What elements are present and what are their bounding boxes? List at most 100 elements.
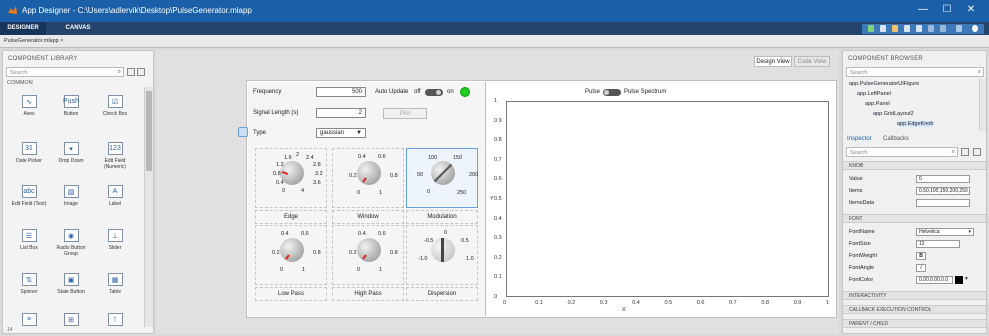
- tree-node-leftpanel[interactable]: app.LeftPanel: [857, 91, 891, 97]
- tree-scrollbar[interactable]: [979, 79, 986, 131]
- browser-search-placeholder: Search: [850, 70, 868, 76]
- section-interactivity[interactable]: INTERACTIVITY: [843, 291, 986, 300]
- close-button[interactable]: ✕: [959, 4, 983, 15]
- component-table[interactable]: ▦ Table: [97, 273, 133, 295]
- section-interactivity-label: INTERACTIVITY: [849, 293, 887, 299]
- switch-knob: [436, 90, 441, 95]
- knob-edge[interactable]: 1.6 2 2.4 1.2 2.8 0.8 3.2 0.4 3.6 0 4: [255, 148, 327, 208]
- pulse-switch[interactable]: [603, 89, 621, 96]
- tab-inspector[interactable]: Inspector: [847, 136, 872, 142]
- section-parent-child[interactable]: PARENT / CHILD: [843, 319, 986, 328]
- component-toggle[interactable]: ⊺: [97, 313, 133, 329]
- component-radio-group[interactable]: ◉ Radio Button Group: [53, 229, 89, 257]
- color-swatch[interactable]: [955, 276, 963, 284]
- tab-designer[interactable]: DESIGNER: [0, 22, 46, 35]
- spinner-icon: ⇅: [21, 273, 37, 286]
- section-callback-execution[interactable]: CALLBACK EXECUTION CONTROL: [843, 305, 986, 314]
- tab-canvas[interactable]: CANVAS: [58, 22, 98, 35]
- tab-callbacks[interactable]: Callbacks: [883, 136, 909, 142]
- section-font[interactable]: FONT: [843, 214, 986, 223]
- component-numeric-field[interactable]: 123 Edit Field (Numeric): [97, 142, 133, 170]
- search-icon[interactable]: [956, 25, 962, 32]
- file-tab[interactable]: PulseGenerator.mlapp ×: [4, 38, 63, 44]
- component-calendar[interactable]: 31 Date Picker: [11, 142, 47, 164]
- undo-icon[interactable]: [928, 25, 934, 32]
- type-dropdown[interactable]: gaussian ▼: [316, 128, 366, 138]
- component-state-button[interactable]: ▣ State Button: [53, 273, 89, 295]
- type-label: Type: [253, 130, 267, 136]
- knob-dispersion[interactable]: 0 -0.5 0.5 -1.0 1.0: [406, 225, 478, 285]
- tree-node-gridlayout[interactable]: app.GridLayout2: [873, 111, 914, 117]
- tree-node-edgeknob[interactable]: app.EdgeKnob: [897, 121, 934, 127]
- plot-axes[interactable]: [506, 101, 829, 297]
- redo-icon[interactable]: [940, 25, 946, 32]
- sort-icon[interactable]: [973, 148, 981, 156]
- copy-icon[interactable]: [904, 25, 910, 32]
- grouped-view-icon[interactable]: [961, 148, 969, 156]
- library-search-input[interactable]: Search ⌕: [6, 67, 124, 77]
- component-label[interactable]: A Label: [97, 185, 133, 207]
- save-icon[interactable]: [880, 25, 886, 32]
- tree-icon: ⊞: [63, 313, 79, 326]
- list-view-icon[interactable]: [127, 68, 135, 76]
- axes-icon: ∿: [21, 95, 37, 108]
- prop-itemsdata-field[interactable]: [916, 199, 970, 207]
- inspector-search-input[interactable]: Search ⌕: [846, 147, 958, 157]
- library-scroll-thumb[interactable]: [146, 91, 152, 171]
- component-label: Drop Down: [58, 158, 84, 164]
- component-spinner[interactable]: ⇅ Spinner: [11, 273, 47, 295]
- align-handle-icon[interactable]: [238, 127, 248, 137]
- knob-tick-label: 0.4: [358, 231, 366, 237]
- minimize-button[interactable]: —: [911, 4, 935, 15]
- plot-button[interactable]: Plot: [383, 108, 427, 119]
- auto-update-switch[interactable]: [425, 89, 443, 96]
- tree-node-panel[interactable]: app.Panel: [865, 101, 890, 107]
- bold-toggle[interactable]: B: [916, 252, 926, 260]
- component-axes[interactable]: ∿ Axes: [11, 95, 47, 117]
- prop-fontsize-label: FontSize: [849, 241, 871, 247]
- grid-view-icon[interactable]: [137, 68, 145, 76]
- component-checkbox[interactable]: ☑ Check Box: [97, 95, 133, 117]
- knob-dial[interactable]: [357, 161, 381, 185]
- frequency-input[interactable]: 500: [316, 87, 366, 97]
- knob-modulation[interactable]: 100 150 50 200 0 250: [406, 148, 478, 208]
- browser-search-input[interactable]: Search ⌕: [846, 67, 984, 77]
- run-icon[interactable]: [868, 25, 874, 32]
- library-scrollbar[interactable]: [144, 87, 153, 327]
- tree-node-figure[interactable]: app.PulseGeneratorUIFigure: [849, 81, 919, 87]
- maximize-button[interactable]: ☐: [935, 4, 959, 15]
- y-tick-label: 0.9: [494, 117, 502, 124]
- component-tree[interactable]: ⊞: [53, 313, 89, 329]
- knob-low-pass[interactable]: 0.4 0.6 0.2 0.8 0 1: [255, 225, 327, 285]
- design-view-button[interactable]: Design View: [754, 56, 792, 67]
- component-label: Button: [63, 111, 79, 117]
- component-dropdown[interactable]: ▾ Drop Down: [53, 142, 89, 164]
- component-slider[interactable]: ⊥ Slider: [97, 229, 133, 251]
- prop-fontname-dropdown[interactable]: Helvetica ▾: [916, 228, 974, 236]
- component-image[interactable]: ▨ Image: [53, 185, 89, 207]
- chevron-down-icon[interactable]: ▾: [965, 276, 968, 282]
- help-icon[interactable]: [972, 25, 978, 32]
- cut-icon[interactable]: [892, 25, 898, 32]
- knob-tick-label: 2.8: [313, 162, 321, 168]
- numeric-field-icon: 123: [107, 142, 123, 155]
- slider-icon: ⊥: [107, 229, 123, 242]
- signal-length-input[interactable]: 2: [316, 108, 366, 118]
- component-textarea[interactable]: ≡: [11, 313, 47, 329]
- knob-dial[interactable]: [280, 238, 304, 262]
- knob-window[interactable]: 0.4 0.6 0.2 0.8 0 1: [332, 148, 404, 208]
- knob-dial[interactable]: [357, 238, 381, 262]
- knob-high-pass[interactable]: 0.4 0.6 0.2 0.8 0 1: [332, 225, 404, 285]
- component-listbox[interactable]: ☰ List Box: [11, 229, 47, 251]
- paste-icon[interactable]: [916, 25, 922, 32]
- y-tick-label: 0.1: [494, 274, 502, 281]
- prop-fontcolor-field[interactable]: 0.00,0.00,0.0: [916, 276, 953, 284]
- prop-items-field[interactable]: 0,50,100,150,200,250: [916, 187, 970, 195]
- italic-toggle[interactable]: I: [916, 264, 926, 272]
- code-view-button[interactable]: Code View: [794, 56, 830, 67]
- component-button[interactable]: Push Button: [53, 95, 89, 117]
- section-knob[interactable]: KNOB: [843, 161, 986, 170]
- prop-fontsize-field[interactable]: 12: [916, 240, 960, 248]
- prop-value-field[interactable]: 0: [916, 175, 970, 183]
- component-text-field[interactable]: abc Edit Field (Text): [11, 185, 47, 207]
